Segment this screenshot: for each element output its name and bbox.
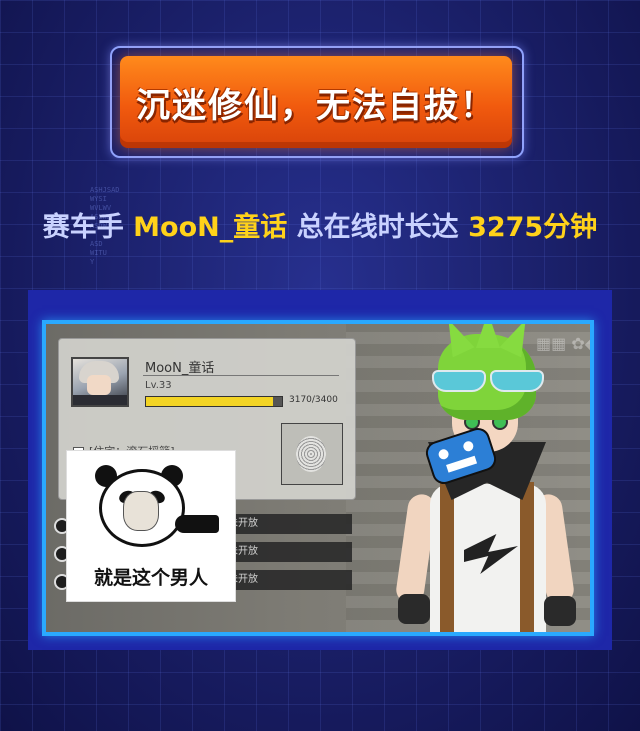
robot-eye	[462, 439, 475, 453]
xp-bar	[145, 396, 283, 407]
profile-name: MooN_童话	[145, 361, 215, 376]
panda-face	[123, 491, 159, 531]
character-goggles	[422, 370, 552, 392]
locked-slot-row[interactable]: 未开放	[216, 570, 352, 590]
robot-eye	[437, 447, 450, 461]
title-banner: 沉迷修仙，无法自拔！	[120, 56, 512, 148]
xp-text: 3170/3400	[289, 395, 338, 405]
panda-meme: 就是这个男人	[66, 450, 236, 602]
background-sign: ▦▦ ✿◆	[536, 334, 590, 353]
stat-minutes: 3275分钟	[468, 212, 598, 243]
locked-slot-row[interactable]: 未开放	[216, 542, 352, 562]
goggle-lens	[432, 370, 486, 392]
meme-caption: 就是这个男人	[93, 567, 208, 589]
banner-title: 沉迷修仙，无法自拔！	[136, 85, 496, 126]
locked-slot-row[interactable]: 未开放	[216, 514, 352, 534]
player-avatar[interactable]	[71, 357, 129, 407]
goggle-lens	[490, 370, 544, 392]
stat-middle: 总在线时长达	[296, 212, 459, 243]
character-glove	[544, 596, 576, 626]
robot-mouth	[446, 455, 478, 473]
hair-spike	[476, 324, 500, 348]
game-screenshot: ▦▦ ✿◆ MooN_童话 Lv.33 3170/3400 [住宅：滚石摇篮] …	[46, 324, 590, 632]
profile-level: Lv.33	[145, 380, 172, 391]
stat-prefix: 赛车手	[42, 212, 124, 243]
backpack-strap	[440, 482, 454, 632]
backpack-strap	[520, 482, 534, 632]
fingerprint-icon	[296, 436, 326, 472]
stat-player-name: MooN_童话	[133, 212, 288, 243]
name-underline	[143, 375, 339, 376]
fingerprint-button[interactable]	[281, 423, 343, 485]
character-glove	[398, 594, 430, 624]
pointing-hand	[175, 515, 219, 533]
xp-bar-fill	[146, 397, 273, 406]
stat-line: 赛车手 MooN_童话 总在线时长达 3275分钟	[0, 205, 640, 244]
